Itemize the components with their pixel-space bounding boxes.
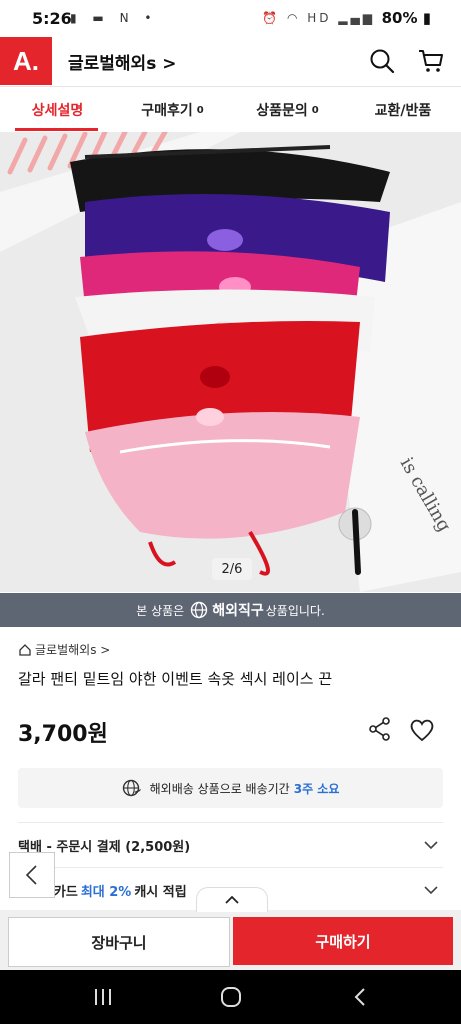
- tab-inquiries[interactable]: 상품문의 0: [230, 87, 345, 132]
- chevron-up-icon: [225, 895, 239, 904]
- inquiry-count: 0: [311, 105, 319, 116]
- status-bar: 5:26 ▮ ▬ N • ⏰ ◠ HD ▂▄▆ 80% ▮: [0, 0, 461, 37]
- store-title[interactable]: 글로벌해외s >: [68, 49, 176, 74]
- buy-now-button[interactable]: 구매하기: [233, 917, 453, 965]
- home-icon: [19, 643, 31, 656]
- search-icon[interactable]: [368, 47, 396, 75]
- tab-description[interactable]: 상세설명: [0, 87, 115, 132]
- delivery-fee-row[interactable]: 택배 - 주문시 결제 (2,500원): [18, 822, 443, 867]
- chevron-left-icon: [25, 865, 37, 885]
- heart-icon[interactable]: [408, 716, 436, 744]
- recent-apps-icon[interactable]: [92, 986, 114, 1008]
- app-logo[interactable]: A.: [0, 37, 52, 85]
- product-price: 3,700원: [18, 722, 108, 747]
- system-icons: ⏰ ◠ HD ▂▄▆: [262, 11, 375, 25]
- add-to-cart-button[interactable]: 장바구니: [8, 917, 230, 967]
- tab-reviews[interactable]: 구매후기 0: [115, 87, 230, 132]
- collapse-toggle[interactable]: [196, 887, 268, 912]
- overseas-banner: 본 상품은 해외직구 상품입니다.: [0, 593, 461, 627]
- tab-exchange-return[interactable]: 교환/반품: [345, 87, 461, 132]
- status-time: 5:26: [32, 9, 72, 28]
- globe-plane-icon: [122, 779, 141, 797]
- back-button[interactable]: [9, 852, 55, 898]
- product-tabs: 상세설명 구매후기 0 상품문의 0 교환/반품: [0, 86, 461, 133]
- active-tab-indicator: [15, 128, 98, 131]
- chevron-down-icon: [424, 841, 438, 850]
- back-icon[interactable]: [350, 986, 372, 1008]
- product-photo: is calling: [0, 132, 461, 592]
- app-header: A. 글로벌해외s >: [0, 37, 461, 85]
- chevron-down-icon: [424, 886, 438, 895]
- share-icon[interactable]: [367, 716, 393, 742]
- globe-icon: [191, 601, 208, 619]
- product-image[interactable]: is calling 2/6: [0, 132, 461, 592]
- notification-icons: ▮ ▬ N •: [70, 11, 158, 25]
- battery-level: 80% ▮: [381, 9, 431, 27]
- shipping-notice: 해외배송 상품으로 배송기간 3주 소요: [18, 768, 443, 808]
- cart-icon[interactable]: [416, 45, 446, 75]
- product-name: 갈라 팬티 밑트임 야한 이벤트 속옷 섹시 레이스 끈: [18, 670, 333, 688]
- breadcrumb[interactable]: 글로벌해외s >: [18, 641, 110, 658]
- image-pager: 2/6: [212, 558, 252, 580]
- home-button-icon[interactable]: [219, 985, 243, 1009]
- review-count: 0: [196, 105, 204, 116]
